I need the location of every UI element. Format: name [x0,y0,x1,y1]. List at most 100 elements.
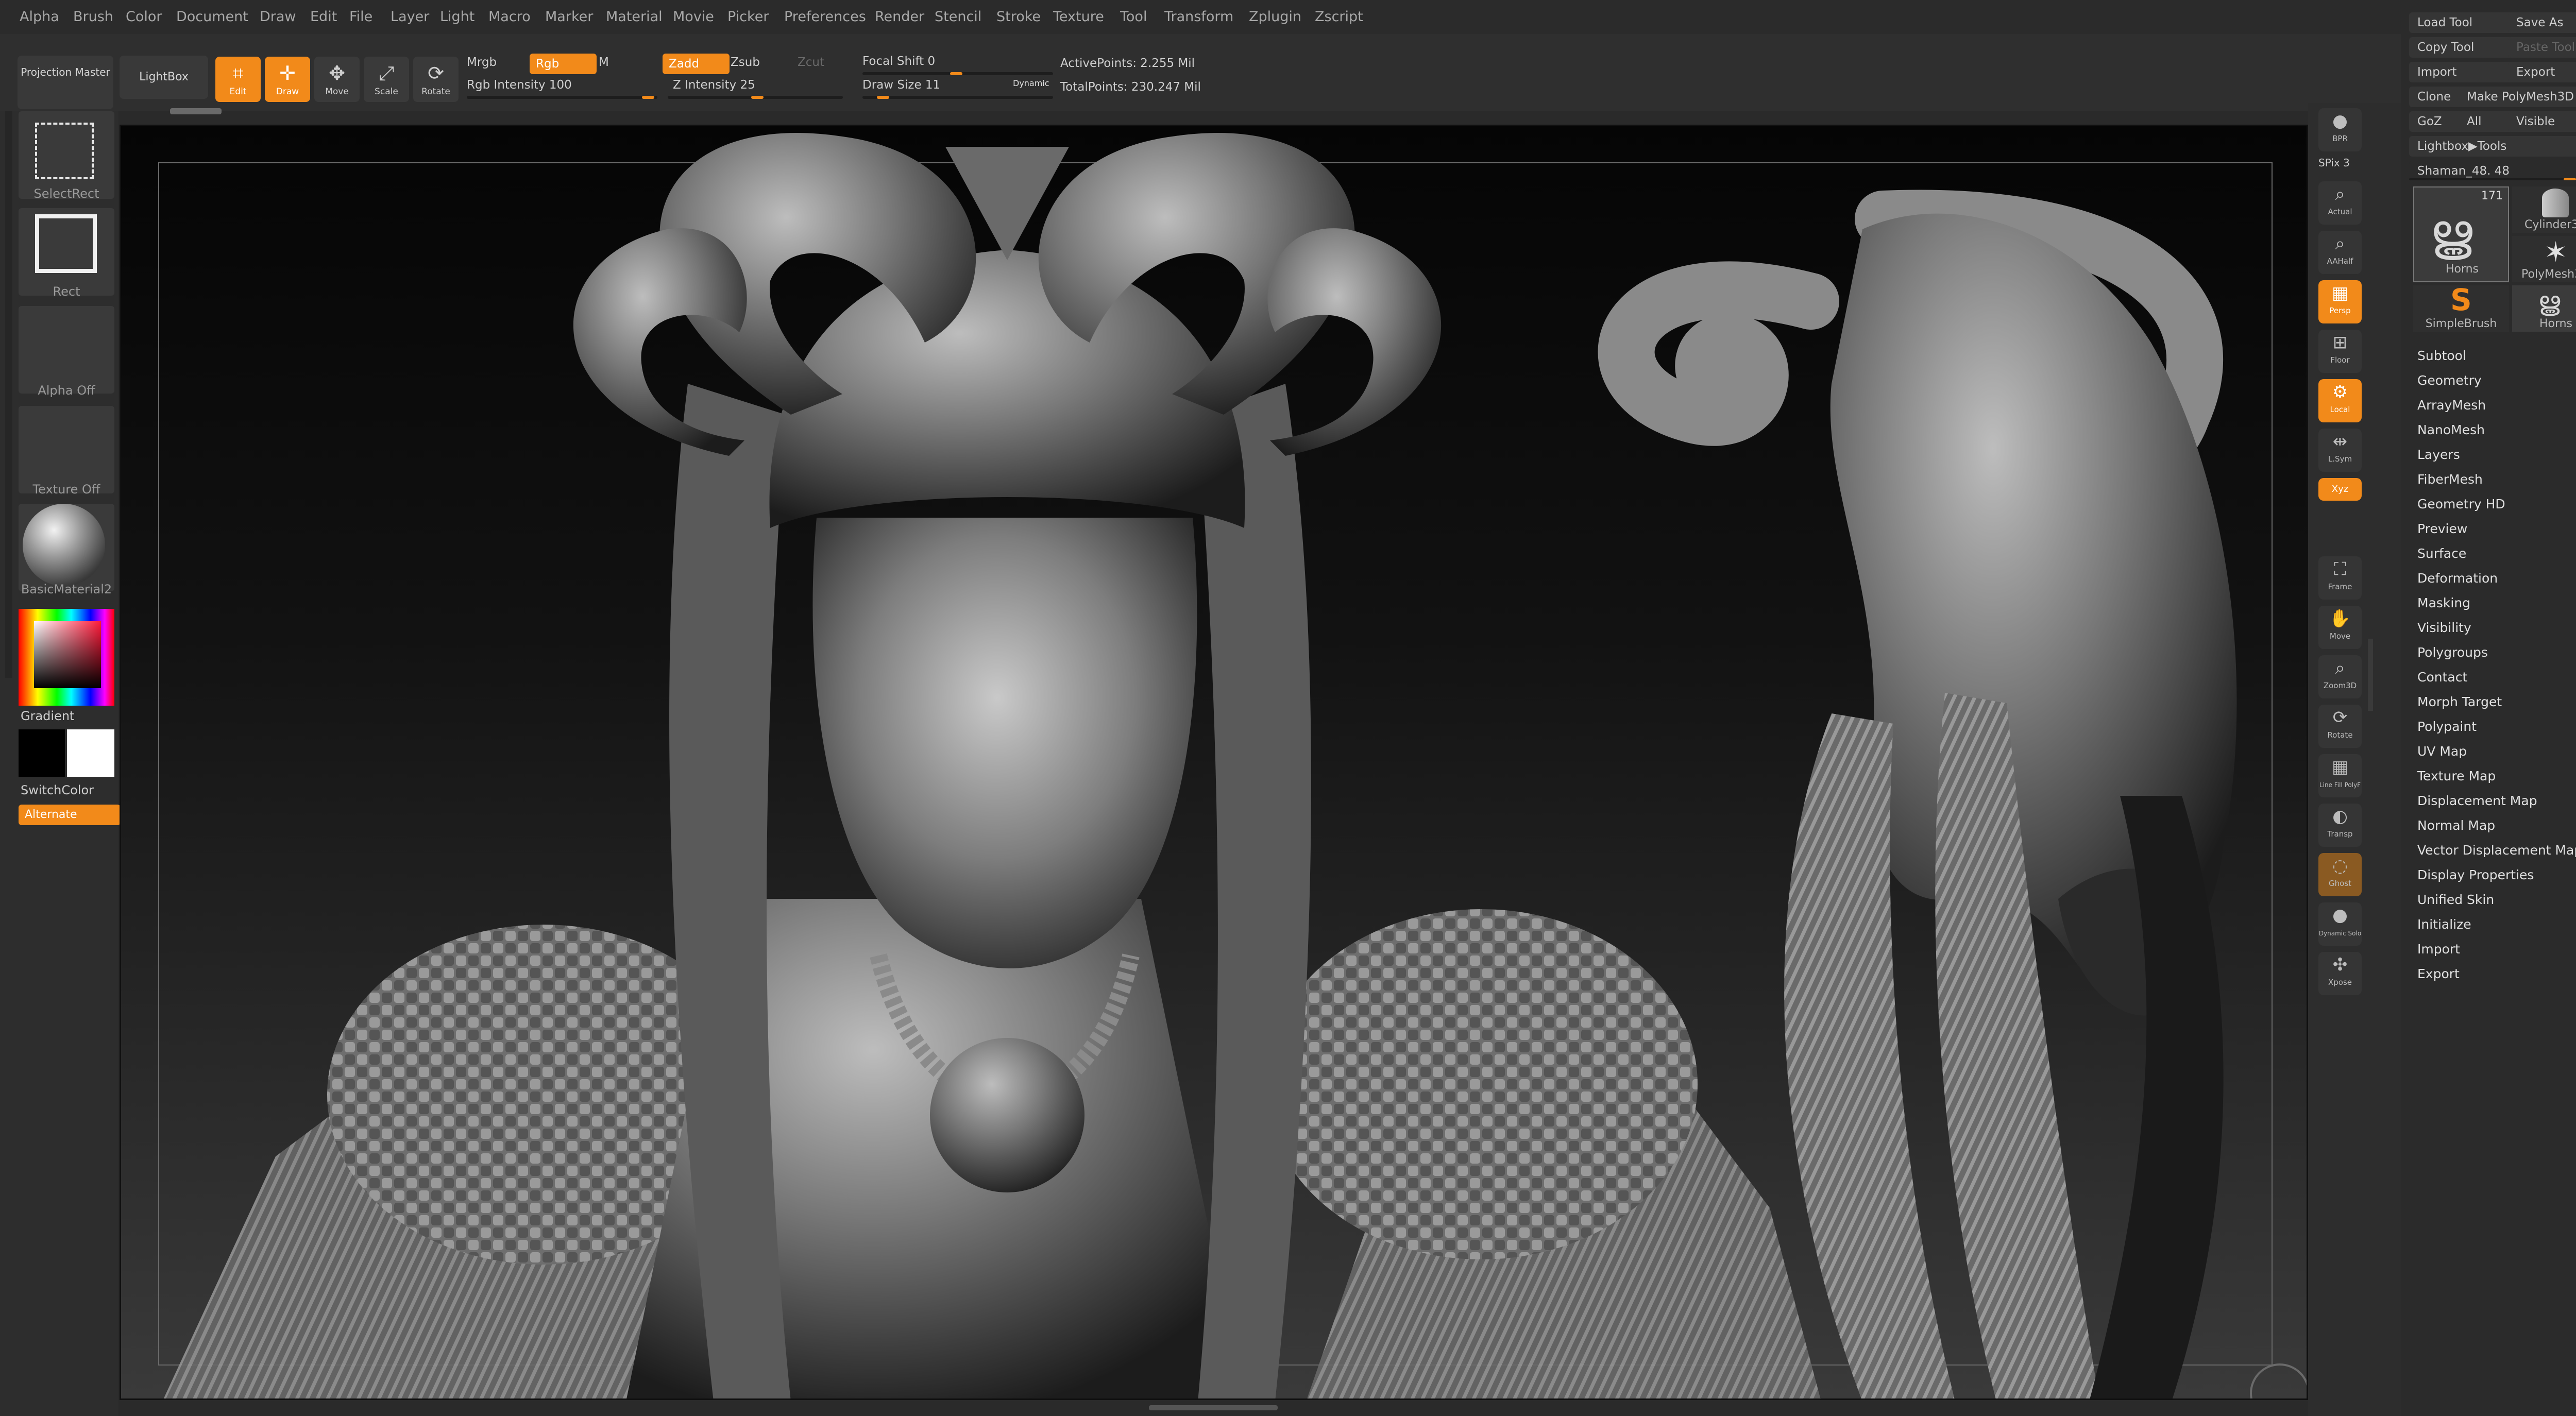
subpalette-nanomesh[interactable]: NanoMesh [2417,422,2485,437]
menu-color[interactable]: Color [126,4,162,30]
menu-file[interactable]: File [349,4,372,30]
edit-button[interactable]: ⌗ Edit [215,57,261,102]
menu-draw[interactable]: Draw [260,4,296,30]
rgb-toggle[interactable]: Rgb [530,54,597,74]
material-button[interactable] [19,504,114,591]
menu-stroke[interactable]: Stroke [996,4,1041,30]
subpalette-geometry[interactable]: Geometry [2417,373,2482,388]
secondary-color-swatch[interactable] [67,729,114,777]
menu-tool[interactable]: Tool [1120,4,1147,30]
rect-stroke-button[interactable] [19,208,114,296]
draw-size-slider[interactable] [862,96,1053,99]
subpalette-preview[interactable]: Preview [2417,521,2467,536]
shelf-scroll-handle[interactable] [170,108,222,114]
subpalette-polypaint[interactable]: Polypaint [2417,719,2477,734]
lightbox-button[interactable]: LightBox [120,56,208,99]
primary-color-swatch[interactable] [19,729,65,777]
xpose-button[interactable]: ✣ Xpose [2318,952,2362,995]
subpalette-deformation[interactable]: Deformation [2417,571,2498,586]
subpalette-arraymesh[interactable]: ArrayMesh [2417,398,2486,413]
bpr-button[interactable]: ● BPR [2318,108,2362,151]
color-picker[interactable] [19,609,114,706]
scale-button[interactable]: ⤢ Scale [364,57,409,102]
subpalette-unified-skin[interactable]: Unified Skin [2417,892,2494,907]
goz-visible-button[interactable]: Visible [2508,111,2576,132]
move-button[interactable]: ✥ Move [314,57,360,102]
subpalette-normal-map[interactable]: Normal Map [2417,818,2495,833]
subpalette-export[interactable]: Export [2417,966,2460,981]
export-tool-button[interactable]: Export [2508,62,2576,82]
draw-button[interactable]: ✛ Draw [265,57,310,102]
right-tray-collapse-handle[interactable] [2368,639,2373,711]
rgb-intensity-handle[interactable] [642,96,654,99]
solo-button[interactable]: ● Dynamic Solo [2318,902,2362,946]
copy-tool-button[interactable]: Copy Tool [2409,37,2513,58]
menu-light[interactable]: Light [440,4,474,30]
goz-all-button[interactable]: All [2459,111,2513,132]
subpalette-polygroups[interactable]: Polygroups [2417,645,2488,660]
load-tool-button[interactable]: Load Tool [2409,12,2513,33]
menu-edit[interactable]: Edit [310,4,337,30]
import-tool-button[interactable]: Import [2409,62,2513,82]
menu-layer[interactable]: Layer [391,4,429,30]
color-picker-square[interactable] [34,621,101,688]
draw-size-handle[interactable] [877,96,889,99]
tool-thumb-horns[interactable]: 171 ൠ Horns [2413,186,2509,282]
menu-marker[interactable]: Marker [545,4,593,30]
subpalette-import[interactable]: Import [2417,942,2460,957]
subpalette-texture-map[interactable]: Texture Map [2417,769,2496,783]
actual-button[interactable]: ⌕ Actual [2318,181,2362,225]
dynamic-toggle[interactable]: Dynamic [1013,78,1049,88]
goz-button[interactable]: GoZ [2409,111,2464,132]
local-button[interactable]: ⚙ Local [2318,379,2362,422]
menu-brush[interactable]: Brush [73,4,113,30]
floor-button[interactable]: ⊞ Floor [2318,330,2362,373]
menu-transform[interactable]: Transform [1164,4,1233,30]
tool-slider[interactable] [2409,178,2576,180]
subpalette-surface[interactable]: Surface [2417,546,2466,561]
polyf-button[interactable]: ▦ Line Fill PolyF [2318,754,2362,797]
z-intensity-handle[interactable] [751,96,764,99]
subpalette-display-properties[interactable]: Display Properties [2417,867,2534,882]
rotate-view-button[interactable]: ⟳ Rotate [2318,705,2362,748]
frame-button[interactable]: ⛶ Frame [2318,556,2362,600]
tool-thumb-cylinder3d[interactable]: Cylinder3D [2512,186,2576,233]
save-as-button[interactable]: Save As [2508,12,2576,33]
menu-render[interactable]: Render [875,4,924,30]
menu-texture[interactable]: Texture [1053,4,1104,30]
paste-tool-button[interactable]: Paste Tool [2508,37,2576,58]
subpalette-displacement-map[interactable]: Displacement Map [2417,793,2537,808]
subpalette-layers[interactable]: Layers [2417,447,2460,462]
subpalette-uv-map[interactable]: UV Map [2417,744,2467,759]
subpalette-vector-displacement[interactable]: Vector Displacement Map [2417,843,2576,858]
tool-slider-handle[interactable] [2564,178,2576,180]
subpalette-morph-target[interactable]: Morph Target [2417,694,2502,709]
projection-master-button[interactable]: Projection Master [18,56,113,109]
select-rect-button[interactable] [19,111,114,199]
subpalette-subtool[interactable]: Subtool [2417,348,2466,363]
spix-setting[interactable]: SPix 3 [2318,157,2350,169]
ghost-button[interactable]: ◌ Ghost [2318,853,2362,896]
focal-shift-handle[interactable] [950,72,962,75]
menu-zplugin[interactable]: Zplugin [1249,4,1301,30]
alternate-button[interactable]: Alternate [19,805,121,825]
aahalf-button[interactable]: ⌕ AAHalf [2318,231,2362,274]
menu-document[interactable]: Document [176,4,248,30]
menu-stencil[interactable]: Stencil [935,4,981,30]
m-toggle[interactable]: M [599,56,609,69]
menu-alpha[interactable]: Alpha [20,4,59,30]
transp-button[interactable]: ◐ Transp [2318,804,2362,847]
make-polymesh-button[interactable]: Make PolyMesh3D [2459,87,2576,107]
zsub-toggle[interactable]: Zsub [731,56,760,69]
subpalette-fibermesh[interactable]: FiberMesh [2417,472,2483,487]
subpalette-geometry-hd[interactable]: Geometry HD [2417,497,2505,511]
move-view-button[interactable]: ✋ Move [2318,606,2362,649]
tool-thumb-polymesh3d[interactable]: ✶ PolyMesh3D [2512,236,2576,282]
xyz-button[interactable]: Xyz [2318,478,2362,501]
canvas-bottom-handle[interactable] [1149,1405,1278,1410]
menu-movie[interactable]: Movie [673,4,714,30]
rotate-button[interactable]: ⟳ Rotate [413,57,459,102]
menu-preferences[interactable]: Preferences [784,4,866,30]
tool-thumb-horns-2[interactable]: 171 ൠ Horns [2512,285,2576,332]
subpalette-initialize[interactable]: Initialize [2417,917,2471,932]
